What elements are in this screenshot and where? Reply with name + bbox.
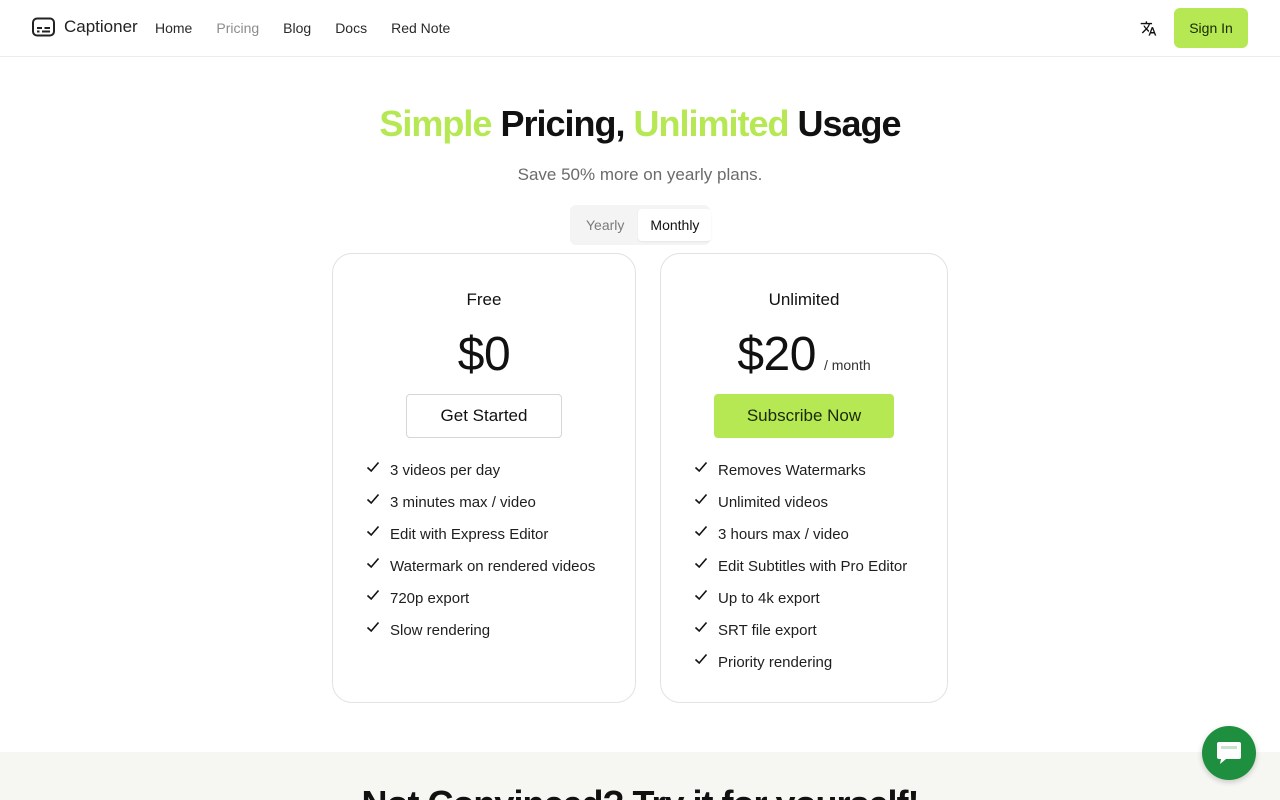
brand-logo[interactable]: Captioner (32, 16, 138, 38)
check-icon (366, 525, 380, 537)
translate-icon (1140, 20, 1156, 36)
feature-text: 3 hours max / video (718, 525, 849, 543)
title-text-pricing: Pricing, (491, 103, 634, 144)
feature-text: Slow rendering (390, 621, 491, 639)
feature-item: Edit with Express Editor (366, 518, 595, 550)
check-icon (366, 621, 380, 633)
billing-yearly-tab[interactable]: Yearly (574, 209, 636, 241)
translate-button[interactable] (1138, 18, 1158, 38)
check-icon (694, 653, 708, 665)
nav-docs[interactable]: Docs (335, 18, 367, 38)
page-title: Simple Pricing, Unlimited Usage (0, 102, 1280, 146)
main-nav: Home Pricing Blog Docs Red Note (155, 18, 450, 38)
feature-text: Removes Watermarks (718, 461, 866, 479)
feature-item: Removes Watermarks (694, 454, 907, 486)
subscribe-now-button[interactable]: Subscribe Now (714, 394, 894, 438)
check-icon (694, 525, 708, 537)
billing-toggle: Yearly Monthly (570, 205, 712, 245)
check-icon (694, 621, 708, 633)
feature-item: 3 minutes max / video (366, 486, 595, 518)
feature-text: Up to 4k export (718, 589, 820, 607)
feature-item: 720p export (366, 582, 595, 614)
check-icon (694, 557, 708, 569)
feature-item: SRT file export (694, 614, 907, 646)
site-header: Captioner Home Pricing Blog Docs Red Not… (0, 0, 1280, 57)
feature-item: 3 videos per day (366, 454, 595, 486)
plan-price: $0 (457, 328, 511, 381)
check-icon (694, 589, 708, 601)
feature-item: Unlimited videos (694, 486, 907, 518)
plan-price: $20 (737, 328, 816, 381)
check-icon (366, 589, 380, 601)
check-icon (694, 461, 708, 473)
page-subtitle: Save 50% more on yearly plans. (517, 165, 763, 184)
plan-name: Free (466, 290, 502, 309)
plan-name: Unlimited (768, 290, 840, 309)
feature-item: Edit Subtitles with Pro Editor (694, 550, 907, 582)
sign-in-button[interactable]: Sign In (1174, 8, 1248, 48)
chat-icon (1217, 742, 1241, 764)
get-started-button[interactable]: Get Started (406, 394, 562, 438)
brand-name: Captioner (64, 17, 138, 36)
title-text-usage: Usage (788, 103, 902, 144)
nav-blog[interactable]: Blog (283, 18, 311, 38)
feature-item: 3 hours max / video (694, 518, 907, 550)
nav-pricing[interactable]: Pricing (216, 18, 259, 38)
feature-text: Watermark on rendered videos (390, 557, 596, 575)
check-icon (694, 493, 708, 505)
feature-text: 3 minutes max / video (390, 493, 536, 511)
plan-card-free: Free $0 Get Started 3 videos per day 3 m… (332, 253, 636, 703)
try-it-section: Not Convinced? Try it for yourself! (0, 752, 1280, 800)
check-icon (366, 493, 380, 505)
feature-item: Priority rendering (694, 646, 907, 678)
title-highlight-unlimited: Unlimited (633, 103, 790, 144)
feature-item: Up to 4k export (694, 582, 907, 614)
price-row: $0 (333, 328, 635, 382)
check-icon (366, 557, 380, 569)
feature-item: Watermark on rendered videos (366, 550, 595, 582)
feature-text: SRT file export (718, 621, 817, 639)
price-row: $20 / month (661, 328, 947, 382)
feature-list: Removes Watermarks Unlimited videos 3 ho… (694, 454, 907, 678)
feature-text: Priority rendering (718, 653, 833, 671)
feature-text: 3 videos per day (390, 461, 501, 479)
chat-button[interactable] (1202, 726, 1256, 780)
title-highlight-simple: Simple (379, 103, 492, 144)
section-title: Not Convinced? Try it for yourself! (0, 782, 1280, 800)
subtitles-icon (32, 17, 55, 37)
feature-text: Edit with Express Editor (390, 525, 549, 543)
check-icon (366, 461, 380, 473)
nav-red-note[interactable]: Red Note (391, 18, 450, 38)
feature-text: Unlimited videos (718, 493, 829, 511)
plan-card-unlimited: Unlimited $20 / month Subscribe Now Remo… (660, 253, 948, 703)
feature-list: 3 videos per day 3 minutes max / video E… (366, 454, 595, 646)
feature-item: Slow rendering (366, 614, 595, 646)
feature-text: Edit Subtitles with Pro Editor (718, 557, 908, 575)
billing-monthly-tab[interactable]: Monthly (638, 209, 712, 241)
plan-period: / month (823, 357, 871, 373)
nav-home[interactable]: Home (155, 18, 192, 38)
feature-text: 720p export (390, 589, 470, 607)
